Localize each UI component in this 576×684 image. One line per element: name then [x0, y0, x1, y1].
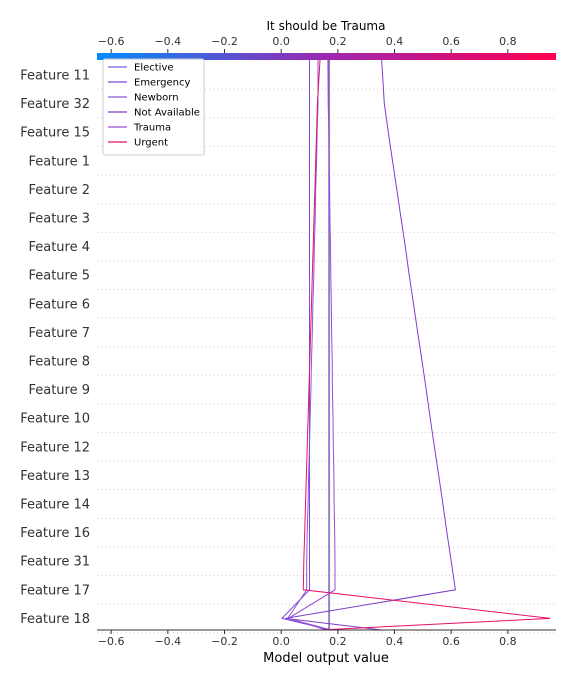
legend-label: Elective: [134, 63, 174, 74]
feature-label: Feature 7: [28, 326, 90, 341]
top-tick-label: 0.8: [499, 35, 517, 48]
prediction-lines: [281, 59, 551, 631]
feature-label: Feature 11: [20, 69, 90, 84]
feature-label: Feature 17: [20, 583, 90, 598]
feature-label: Feature 32: [20, 97, 90, 112]
top-axis: −0.6 −0.4 −0.2 0.0 0.2 0.4 0.6 0.8: [98, 35, 517, 53]
top-tick-label: 0.0: [272, 35, 290, 48]
feature-label: Feature 2: [28, 183, 90, 198]
series-line-not-available: [285, 59, 456, 631]
top-tick-label: −0.4: [154, 35, 181, 48]
legend-label: Not Available: [134, 108, 200, 119]
feature-label: Feature 3: [28, 212, 90, 227]
feature-label: Feature 1: [28, 154, 90, 169]
bottom-tick-label: 0.4: [386, 635, 404, 648]
bottom-tick-label: 0.8: [499, 635, 517, 648]
feature-label: Feature 5: [28, 269, 90, 284]
feature-label: Feature 15: [20, 126, 90, 141]
feature-label: Feature 16: [20, 526, 90, 541]
bottom-tick-label: −0.6: [98, 635, 125, 648]
top-tick-label: 0.2: [329, 35, 347, 48]
top-tick-label: −0.6: [98, 35, 125, 48]
legend-label: Newborn: [134, 93, 179, 104]
bottom-tick-label: 0.2: [329, 635, 347, 648]
top-tick-label: −0.2: [211, 35, 238, 48]
top-tick-label: 0.6: [442, 35, 460, 48]
series-line-urgent: [302, 59, 551, 631]
feature-label: Feature 10: [20, 412, 90, 427]
series-line-emergency: [281, 60, 331, 631]
bottom-tick-label: 0.0: [272, 635, 290, 648]
legend-label: Emergency: [134, 78, 190, 89]
legend: Elective Emergency Newborn Not Available Tra…: [102, 58, 205, 156]
bottom-tick-label: −0.2: [211, 635, 238, 648]
feature-label: Feature 4: [28, 240, 90, 255]
feature-label: Feature 12: [20, 440, 90, 455]
x-axis-title: Model output value: [263, 651, 389, 666]
feature-gridlines: [97, 88, 556, 634]
feature-label: Feature 13: [20, 469, 90, 484]
bottom-tick-label: 0.6: [442, 635, 460, 648]
chart-title: It should be Trauma: [267, 19, 386, 33]
top-tick-label: 0.4: [386, 35, 404, 48]
bottom-tick-label: −0.4: [154, 635, 181, 648]
feature-label: Feature 8: [28, 355, 90, 370]
decision-plot: It should be Trauma −0.6 −0.4 −0.2 0.0 0.2 0.…: [20, 19, 556, 666]
feature-labels: Feature 11 Feature 32 Feature 15 Feature 1 F…: [20, 69, 90, 627]
feature-label: Feature 9: [28, 383, 90, 398]
feature-label: Feature 31: [20, 555, 90, 570]
legend-label: Urgent: [134, 138, 168, 149]
feature-label: Feature 18: [20, 612, 90, 627]
feature-label: Feature 6: [28, 297, 90, 312]
legend-label: Trauma: [133, 123, 171, 134]
feature-label: Feature 14: [20, 498, 90, 513]
